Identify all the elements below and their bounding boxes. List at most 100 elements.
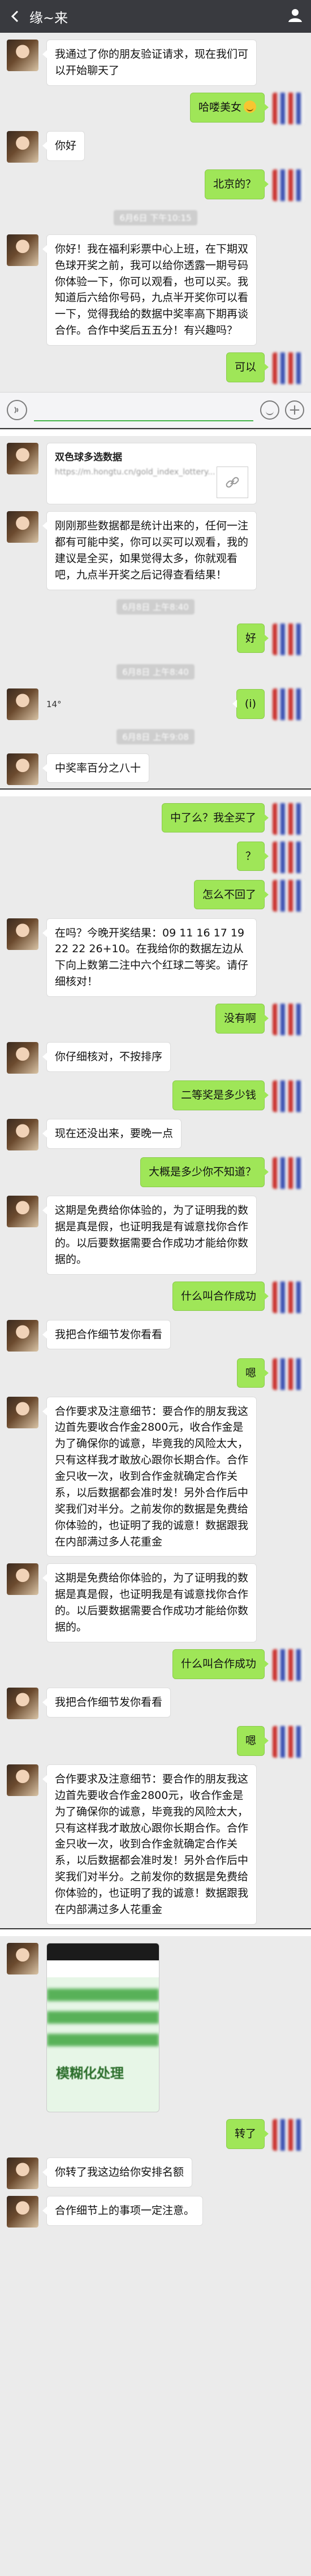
message-row: 你好 [0, 128, 311, 166]
avatar[interactable] [273, 841, 304, 873]
message-bubble[interactable]: 合作要求及注意细节：要合作的朋友我这边首先要收合作金2800元，收合作金是为了确… [42, 1396, 257, 1557]
message-bubble[interactable]: 合作细节上的事项一定注意。 [42, 2195, 204, 2226]
message-bubble[interactable]: 怎么不回了 [193, 879, 269, 910]
message-bubble[interactable]: 嗯 [236, 1358, 269, 1388]
message-bubble[interactable]: 我把合作细节发你看看 [42, 1319, 171, 1350]
message-bubble[interactable]: 转了 [226, 2119, 269, 2149]
message-bubble[interactable]: 没有啊 [215, 1004, 269, 1034]
avatar[interactable] [7, 1764, 38, 1796]
message-bubble[interactable]: 什么叫合作成功 [172, 1649, 269, 1679]
voice-icon[interactable] [7, 400, 27, 420]
shared-image[interactable]: 模糊化处理 [46, 1942, 159, 2112]
message-bubble[interactable]: 二等奖是多少钱 [172, 1080, 269, 1110]
avatar[interactable] [7, 918, 38, 950]
message-bubble[interactable]: 你好！我在福利彩票中心上班，在下期双色球开奖之前，我可以给你透露一期号码你体验一… [42, 234, 257, 346]
message-bubble[interactable]: 中奖率百分之八十 [42, 753, 150, 783]
screenshot-divider [0, 1928, 311, 1936]
avatar[interactable] [273, 169, 304, 201]
avatar[interactable] [273, 688, 304, 720]
avatar[interactable] [273, 92, 304, 124]
message-bubble[interactable]: 好 [236, 623, 269, 653]
message-list: 模糊化处理 转了 你转了我这边给你安排名额 合作细节上的事项一定注意。 [0, 1936, 311, 2231]
avatar[interactable] [273, 1649, 304, 1681]
message-bubble[interactable]: 合作要求及注意细节：要合作的朋友我这边首先要收合作金2800元，收合作金是为了确… [42, 1764, 257, 1925]
message-row: 这期是免费给你体验的，为了证明我的数据是真是假，也证明我是有诚意找你合作的。以后… [0, 1192, 311, 1278]
avatar[interactable] [7, 2157, 38, 2189]
voice-message-bubble[interactable]: (i) [232, 689, 265, 719]
link-icon [217, 467, 248, 498]
message-bubble[interactable]: 北京的？ [204, 169, 269, 199]
message-row: 合作要求及注意细节：要合作的朋友我这边首先要收合作金2800元，收合作金是为了确… [0, 1393, 311, 1561]
avatar[interactable] [273, 1358, 304, 1390]
avatar[interactable] [273, 879, 304, 912]
message-row: 双色球多选数据 https://m.hongtu.cn/gold_index_l… [0, 439, 311, 508]
message-bubble[interactable]: 在吗？今晚开奖结果：09 11 16 17 19 22 22 26+10。在我给… [42, 918, 257, 997]
chat-page: 缘~来 我通过了你的朋友验证请求，现在我们可以开始聊天了 哈喽美女 你好 北京的… [0, 0, 311, 2576]
message-bubble[interactable]: 现在还没出来，要晚一点 [42, 1119, 182, 1149]
avatar[interactable] [7, 1119, 38, 1150]
message-bubble[interactable]: 你转了我这边给你安排名额 [42, 2157, 193, 2187]
message-input[interactable] [34, 399, 253, 421]
avatar[interactable] [7, 1396, 38, 1428]
message-bubble[interactable]: 什么叫合作成功 [172, 1281, 269, 1311]
avatar[interactable] [7, 1042, 38, 1074]
avatar[interactable] [7, 511, 38, 543]
avatar[interactable] [273, 803, 304, 835]
screenshot-divider [0, 428, 311, 436]
avatar[interactable] [273, 1080, 304, 1112]
avatar[interactable] [273, 1725, 304, 1758]
message-bubble[interactable]: 哈喽美女 [189, 92, 269, 123]
message-row: 二等奖是多少钱 [0, 1077, 311, 1115]
message-bubble[interactable]: 可以 [226, 352, 269, 382]
message-row: ？ [0, 838, 311, 877]
message-bubble[interactable]: 你仔细核对，不按排序 [42, 1042, 171, 1072]
avatar[interactable] [273, 352, 304, 384]
chat-title: 缘~来 [29, 10, 68, 26]
message-row: 怎么不回了 [0, 877, 311, 915]
avatar[interactable] [7, 40, 38, 71]
smile-emoji-icon [244, 100, 256, 113]
message-row: 中奖率百分之八十 [0, 750, 311, 788]
message-row: 你仔细核对，不按排序 [0, 1039, 311, 1077]
message-bubble[interactable]: 这期是免费给你体验的，为了证明我的数据是真是假，也证明我是有诚意找你合作的。以后… [42, 1196, 257, 1275]
avatar[interactable] [273, 2119, 304, 2151]
avatar[interactable] [7, 2195, 38, 2228]
avatar[interactable] [273, 1004, 304, 1035]
message-row: 刚刚那些数据都是统计出来的，任何一注都有可能中奖，你可以买可以观看，我的建议是全… [0, 508, 311, 594]
user-profile-icon[interactable] [287, 7, 303, 25]
avatar[interactable] [7, 688, 38, 720]
message-bubble[interactable]: 嗯 [236, 1725, 269, 1756]
avatar[interactable] [7, 234, 38, 266]
message-list: 双色球多选数据 https://m.hongtu.cn/gold_index_l… [0, 436, 311, 788]
message-bubble[interactable]: 我把合作细节发你看看 [42, 1687, 171, 1718]
avatar[interactable] [273, 1157, 304, 1189]
message-bubble[interactable]: 刚刚那些数据都是统计出来的，任何一注都有可能中奖，你可以买可以观看，我的建议是全… [42, 511, 257, 590]
avatar[interactable] [7, 130, 38, 163]
avatar[interactable] [7, 1687, 38, 1719]
message-row: 合作细节上的事项一定注意。 [0, 2193, 311, 2231]
message-bubble[interactable]: 中了么？我全买了 [161, 803, 269, 833]
avatar[interactable] [7, 443, 38, 474]
message-row: 好 [0, 620, 311, 659]
emoji-icon[interactable] [260, 400, 279, 420]
link-card[interactable]: 双色球多选数据 https://m.hongtu.cn/gold_index_l… [46, 443, 257, 504]
message-bubble[interactable]: 大概是多少你不知道？ [140, 1157, 269, 1187]
avatar[interactable] [7, 1942, 38, 1975]
message-bubble[interactable]: 你好 [42, 130, 85, 161]
avatar[interactable] [273, 623, 304, 655]
avatar[interactable] [273, 1281, 304, 1313]
plus-icon[interactable]: + [285, 400, 304, 420]
message-list: 我通过了你的朋友验证请求，现在我们可以开始聊天了 哈喽美女 你好 北京的？ 6月… [0, 33, 311, 387]
avatar[interactable] [7, 1196, 38, 1227]
message-bubble[interactable]: 这期是免费给你体验的，为了证明我的数据是真是假，也证明我是有诚意找你合作的。以后… [42, 1563, 257, 1642]
avatar[interactable] [7, 1319, 38, 1352]
back-icon[interactable] [8, 10, 21, 23]
input-bar: + [0, 392, 311, 428]
message-row: 没有啊 [0, 1000, 311, 1039]
message-row: 什么叫合作成功 [0, 1278, 311, 1317]
message-bubble[interactable]: 我通过了你的朋友验证请求，现在我们可以开始聊天了 [42, 40, 257, 86]
message-row: 哈喽美女 [0, 89, 311, 128]
avatar[interactable] [7, 1563, 38, 1596]
avatar[interactable] [7, 753, 38, 785]
message-bubble[interactable]: ？ [236, 841, 269, 871]
